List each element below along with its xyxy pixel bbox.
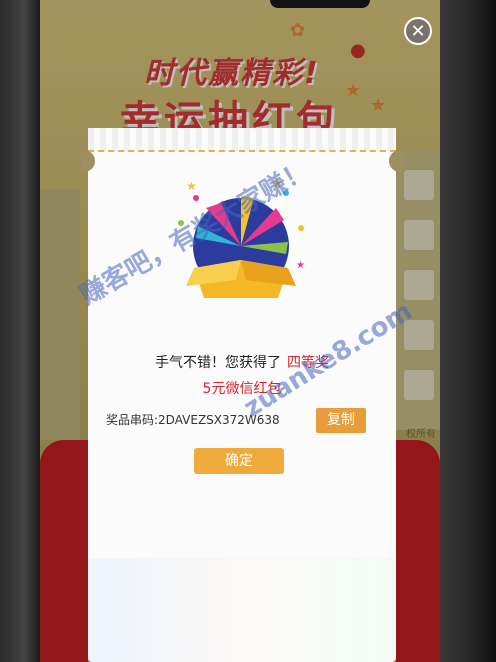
copy-button[interactable]: 复制: [316, 408, 366, 433]
prize-dialog: ★ ★ ★ 手气不错！您获得了 四等奖 5元微信红包 奖品串码:2DAVEZSX3…: [81, 128, 403, 662]
prize-name: 5元微信红包: [202, 381, 282, 397]
close-icon: ✕: [410, 20, 426, 42]
close-button[interactable]: ✕: [404, 17, 432, 45]
result-message: 手气不错！您获得了 四等奖: [88, 352, 396, 372]
confirm-button[interactable]: 确定: [194, 448, 284, 474]
phone-bezel-right: [436, 0, 496, 662]
svg-text:★: ★: [186, 179, 197, 193]
app-screen: 时代赢精彩! 幸运抽红包 ✿ ★ ★ ● 权所有 ✕ ★ ★ ★ 手气不错！您获…: [40, 0, 440, 662]
ticket-notch-right: [389, 150, 403, 172]
ticket-notch-left: [81, 150, 95, 172]
svg-text:★: ★: [271, 176, 284, 192]
prize-code-value: 2DAVEZSX372W638: [158, 413, 280, 427]
prize-code-label: 奖品串码:: [106, 413, 159, 427]
prize-code-row: 奖品串码:2DAVEZSX372W638: [106, 411, 280, 428]
prize-level: 四等奖: [287, 355, 329, 371]
ticket-serrated-edge: [88, 128, 396, 152]
phone-bezel-left: [0, 0, 40, 662]
result-intro: 手气不错！您获得了: [155, 355, 281, 371]
svg-text:★: ★: [296, 260, 305, 271]
gift-box-fireworks-icon: ★ ★ ★: [178, 176, 305, 298]
screen-glare: [88, 558, 396, 662]
